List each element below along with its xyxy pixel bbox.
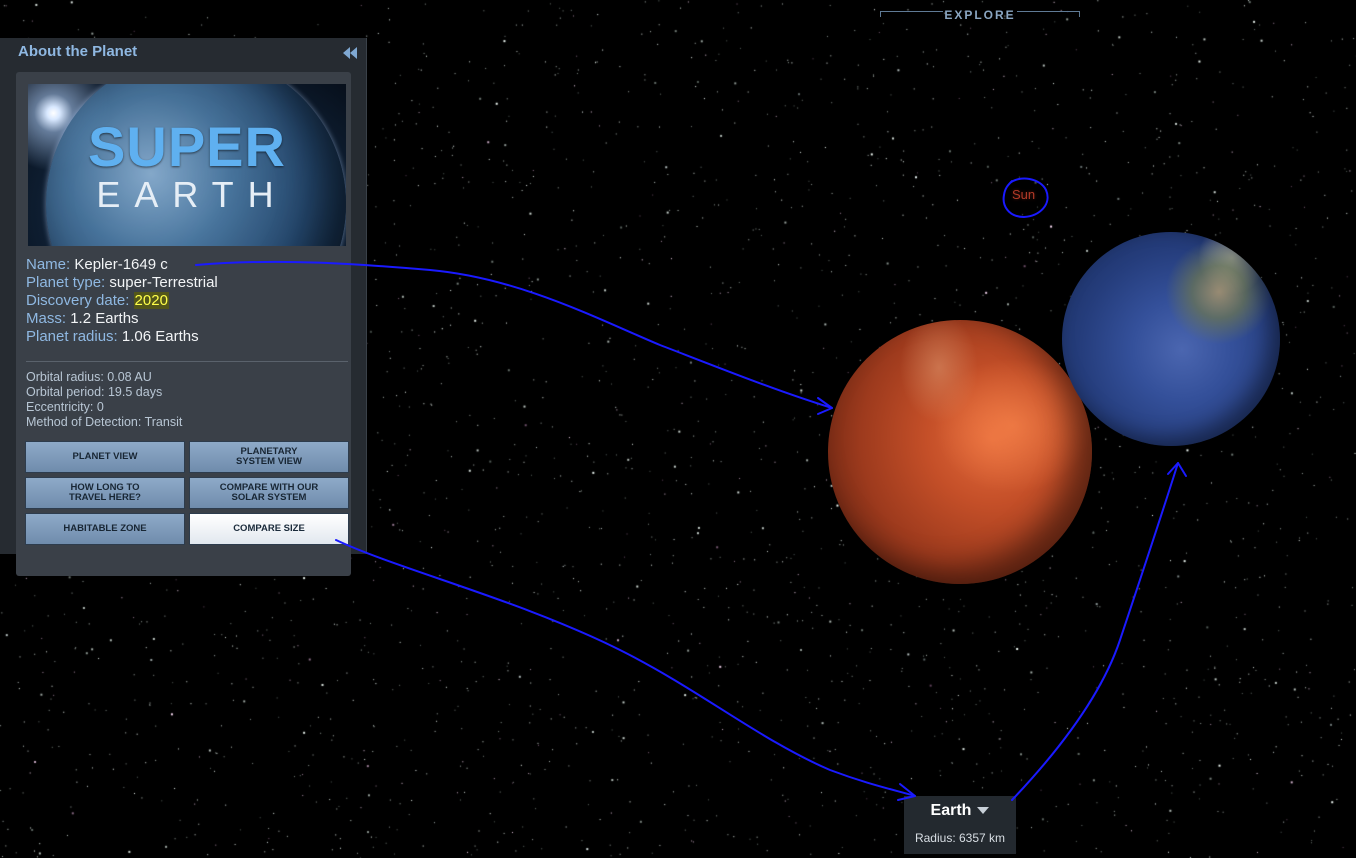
travel-time-button[interactable]: HOW LONG TO TRAVEL HERE?	[25, 477, 185, 509]
fact-discovery-date: Discovery date: 2020	[26, 292, 218, 310]
sun-label[interactable]: Sun	[1012, 187, 1035, 202]
fact-mass: Mass: 1.2 Earths	[26, 310, 218, 328]
orbital-period: Orbital period: 19.5 days	[26, 385, 163, 399]
compare-solar-system-button[interactable]: COMPARE WITH OUR SOLAR SYSTEM	[189, 477, 349, 509]
hero-subtitle: EARTH	[96, 174, 288, 215]
planet-facts: Name: Kepler-1649 c Planet type: super-T…	[26, 256, 218, 346]
button-label: COMPARE SIZE	[233, 523, 305, 534]
planet-earth[interactable]	[1062, 232, 1280, 446]
fact-value: 1.06 Earths	[121, 328, 199, 345]
fact-planet-radius: Planet radius: 1.06 Earths	[26, 328, 218, 346]
habitable-zone-button[interactable]: HABITABLE ZONE	[25, 513, 185, 545]
orbital-radius: Orbital radius: 0.08 AU	[26, 370, 152, 384]
compare-radius: Radius: 6357 km	[914, 831, 1006, 845]
fact-label: Planet type:	[26, 274, 106, 291]
compare-planet-label: Earth	[930, 802, 972, 819]
collapse-panel-icon[interactable]	[342, 46, 358, 60]
compare-size-selector: Earth Radius: 6357 km	[904, 796, 1016, 854]
fact-label: Name:	[26, 256, 71, 273]
compare-planet-dropdown[interactable]: Earth	[904, 802, 1016, 820]
chevron-down-icon	[977, 807, 990, 815]
planetary-system-view-button[interactable]: PLANETARY SYSTEM VIEW	[189, 441, 349, 473]
button-label: HABITABLE ZONE	[63, 523, 147, 534]
orbital-info: Orbital radius: 0.08 AU Orbital period: …	[26, 370, 182, 430]
fact-name: Name: Kepler-1649 c	[26, 256, 218, 274]
fact-value: super-Terrestrial	[109, 274, 218, 291]
panel-title: About the Planet	[18, 43, 138, 60]
button-label: PLANETARY SYSTEM VIEW	[236, 446, 302, 467]
divider	[26, 361, 348, 362]
hero-title: SUPER	[88, 115, 286, 178]
detection-method: Method of Detection: Transit	[26, 415, 183, 429]
explore-header[interactable]: EXPLORE	[880, 8, 1080, 22]
fact-label: Discovery date:	[26, 292, 130, 309]
fact-label: Mass:	[26, 310, 67, 327]
fact-planet-type: Planet type: super-Terrestrial	[26, 274, 218, 292]
fact-value: Kepler-1649 c	[74, 256, 168, 273]
compare-size-button[interactable]: COMPARE SIZE	[189, 513, 349, 545]
planet-view-button[interactable]: PLANET VIEW	[25, 441, 185, 473]
button-label: HOW LONG TO TRAVEL HERE?	[69, 482, 141, 503]
fact-value: 1.2 Earths	[70, 310, 139, 327]
eccentricity: Eccentricity: 0	[26, 400, 104, 414]
button-label: PLANET VIEW	[72, 451, 138, 462]
super-earth-image: SUPER EARTH	[28, 84, 346, 246]
planet-kepler-1649c[interactable]	[828, 320, 1092, 584]
fact-value-highlighted: 2020	[133, 292, 169, 309]
button-label: COMPARE WITH OUR SOLAR SYSTEM	[219, 482, 319, 503]
fact-label: Planet radius:	[26, 328, 118, 345]
